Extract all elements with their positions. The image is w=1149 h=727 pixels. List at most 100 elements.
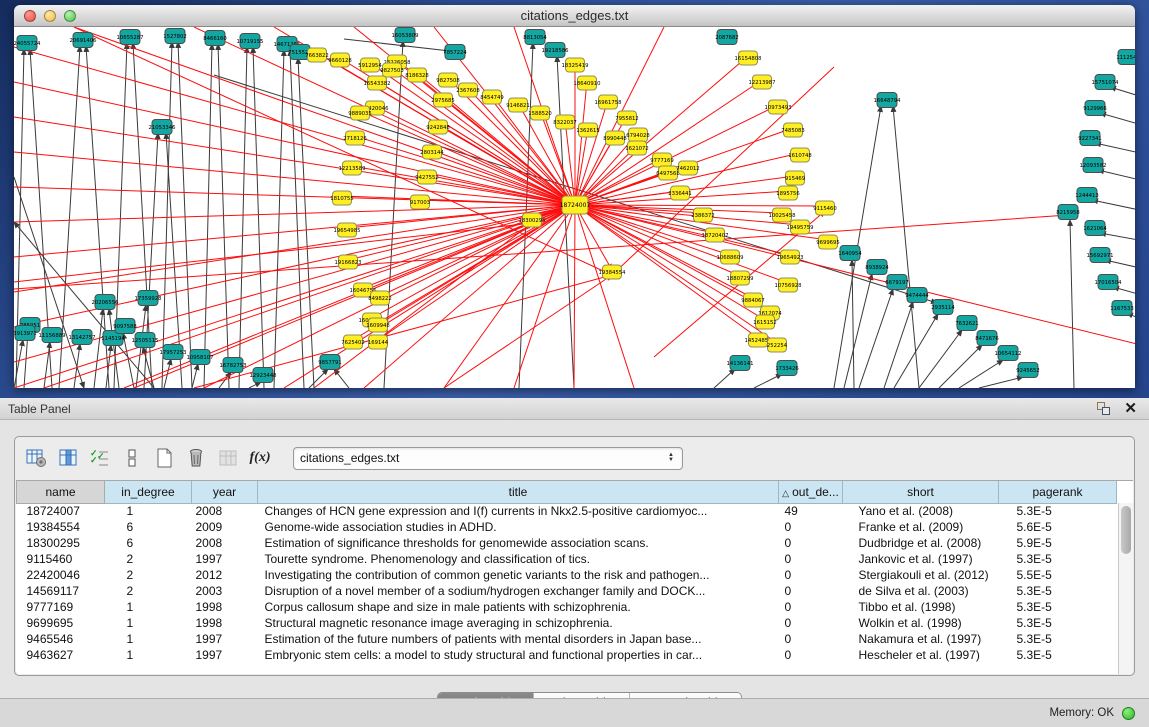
column-header-name[interactable]: name <box>17 481 105 503</box>
graph-node[interactable]: 2386372 <box>691 208 715 222</box>
graph-node[interactable]: 12505115 <box>132 333 159 348</box>
graph-node[interactable]: 9777169 <box>650 153 674 167</box>
network-window-titlebar[interactable]: citations_edges.txt <box>14 5 1135 27</box>
graph-node[interactable]: 5912954 <box>358 58 382 72</box>
table-row[interactable]: 946362711997Embryonic stem cells: a mode… <box>17 647 1117 663</box>
graph-node[interactable]: 16154808 <box>735 51 763 65</box>
graph-node[interactable]: 7663822 <box>305 48 329 62</box>
table-selector-dropdown[interactable]: citations_edges.txt ▲▼ <box>293 447 683 470</box>
table-row[interactable]: 1872400712008Changes of HCN gene express… <box>17 503 1117 519</box>
graph-node[interactable]: 24055724 <box>14 36 41 51</box>
graph-node[interactable]: 915469 <box>785 171 805 185</box>
graph-node[interactable]: 19384554 <box>599 265 627 279</box>
import-table-icon[interactable] <box>215 445 241 471</box>
graph-node[interactable]: 12923448 <box>250 368 278 383</box>
graph-node[interactable]: 3913971 <box>14 326 37 341</box>
graph-node[interactable]: 9427552 <box>415 170 439 184</box>
function-builder-icon[interactable]: f(x) <box>247 445 273 471</box>
float-panel-icon[interactable] <box>1097 402 1110 415</box>
graph-node[interactable]: 1112544 <box>1116 50 1135 65</box>
graph-node[interactable]: 7955812 <box>615 111 639 125</box>
graph-node[interactable]: 20691406 <box>70 33 98 48</box>
graph-node[interactable]: 7462012 <box>676 161 700 175</box>
table-row[interactable]: 946554611997Estimation of the future num… <box>17 631 1117 647</box>
graph-node[interactable]: 18720407 <box>702 228 729 242</box>
graph-node[interactable]: 17957253 <box>160 345 187 360</box>
graph-node[interactable]: 9660128 <box>328 53 352 67</box>
graph-node[interactable]: 8215958 <box>1056 205 1080 220</box>
row-height-icon[interactable] <box>119 445 145 471</box>
graph-node[interactable]: 1244413 <box>1075 188 1099 203</box>
graph-node[interactable]: 8938924 <box>865 260 889 275</box>
graph-node[interactable]: 9699695 <box>816 235 840 249</box>
graph-node[interactable]: 16053809 <box>392 28 419 43</box>
graph-node[interactable]: 2718126 <box>343 131 367 145</box>
graph-node[interactable]: 17016504 <box>1095 275 1123 290</box>
graph-node[interactable]: 19166823 <box>335 255 362 269</box>
graph-node[interactable]: 10958107 <box>187 350 214 365</box>
graph-node[interactable]: 11156889 <box>39 328 66 343</box>
column-header-short[interactable]: short <box>843 481 999 503</box>
table-settings-icon[interactable] <box>23 445 49 471</box>
table-row[interactable]: 2242004622012Investigating the contribut… <box>17 567 1117 583</box>
graph-node[interactable]: 9889035 <box>348 106 372 120</box>
graph-node[interactable]: 2975685 <box>431 93 455 107</box>
graph-node[interactable]: 8990448 <box>603 131 627 145</box>
column-header-pagerank[interactable]: pagerank <box>999 481 1117 503</box>
graph-node[interactable]: 18325419 <box>562 58 589 72</box>
graph-node[interactable]: 8498222 <box>368 291 392 305</box>
graph-node[interactable]: 9884067 <box>741 293 765 307</box>
graph-node[interactable]: 12213987 <box>749 75 776 89</box>
graph-node[interactable]: 1895756 <box>776 186 800 200</box>
graph-node[interactable]: 1810755 <box>330 191 354 205</box>
network-window[interactable]: citations_edges.txt 24055724 20691406 1065… <box>14 5 1135 388</box>
graph-node[interactable]: 19654985 <box>334 223 361 237</box>
column-header-in-degree[interactable]: in_degree <box>105 481 192 503</box>
graph-node[interactable]: 1640954 <box>838 246 862 261</box>
graph-node[interactable]: 10654112 <box>995 346 1022 361</box>
graph-node[interactable]: 16782753 <box>220 358 247 373</box>
graph-node[interactable]: 1733426 <box>775 361 799 376</box>
graph-node[interactable]: 8186328 <box>405 68 429 82</box>
vertical-scrollbar[interactable] <box>1118 503 1133 674</box>
graph-node[interactable]: 1615152 <box>753 315 777 329</box>
graph-node[interactable]: 9146821 <box>506 98 530 112</box>
graph-node[interactable]: 9242848 <box>426 120 450 134</box>
graph-node[interactable]: 1621064 <box>1083 221 1107 236</box>
graph-node[interactable]: 1362615 <box>576 123 600 137</box>
graph-node[interactable]: 1588520 <box>528 106 552 120</box>
graph-node[interactable]: 9129966 <box>1083 101 1107 116</box>
table-row[interactable]: 1456911722003Disruption of a novel membe… <box>17 583 1117 599</box>
graph-node[interactable]: 7625402 <box>341 335 365 349</box>
graph-node[interactable]: 2935114 <box>931 300 955 315</box>
graph-node[interactable]: 15751074 <box>1092 75 1120 90</box>
column-header-title[interactable]: title <box>258 481 779 503</box>
graph-node[interactable]: 21053346 <box>149 120 177 135</box>
graph-node[interactable]: 18300295 <box>519 213 546 227</box>
graph-node[interactable]: 10756928 <box>775 278 803 292</box>
graph-node[interactable]: 13142757 <box>69 330 96 345</box>
graph-node[interactable]: 1610748 <box>788 148 812 162</box>
graph-node[interactable]: 1621072 <box>625 141 649 155</box>
graph-node[interactable]: 7857224 <box>443 45 467 60</box>
select-columns-icon[interactable]: ✓✓✓ <box>87 445 113 471</box>
graph-node[interactable]: 917003 <box>410 195 430 209</box>
network-graph[interactable]: 2405572420691406106552871527802846616010… <box>14 27 1135 388</box>
close-panel-icon[interactable]: ✕ <box>1124 402 1137 415</box>
new-table-icon[interactable] <box>151 445 177 471</box>
graph-node[interactable]: 9827508 <box>436 73 460 87</box>
graph-node[interactable]: 16648794 <box>874 93 902 108</box>
column-header-year[interactable]: year <box>192 481 258 503</box>
graph-node[interactable]: 18807299 <box>727 271 754 285</box>
graph-node[interactable]: 10688609 <box>717 250 744 264</box>
table-row[interactable]: 1830029562008Estimation of significance … <box>17 535 1117 551</box>
graph-node[interactable]: 8471676 <box>975 331 999 346</box>
table-columns-icon[interactable] <box>55 445 81 471</box>
graph-node[interactable]: 2336441 <box>668 186 692 200</box>
graph-node[interactable]: 9115460 <box>813 201 837 215</box>
graph-node[interactable]: 12213589 <box>339 161 366 175</box>
graph-node[interactable]: 1527802 <box>163 29 187 44</box>
graph-node[interactable]: 252254 <box>767 338 788 352</box>
graph-node[interactable]: 17359928 <box>135 291 163 306</box>
graph-node[interactable]: 9097588 <box>113 319 137 334</box>
